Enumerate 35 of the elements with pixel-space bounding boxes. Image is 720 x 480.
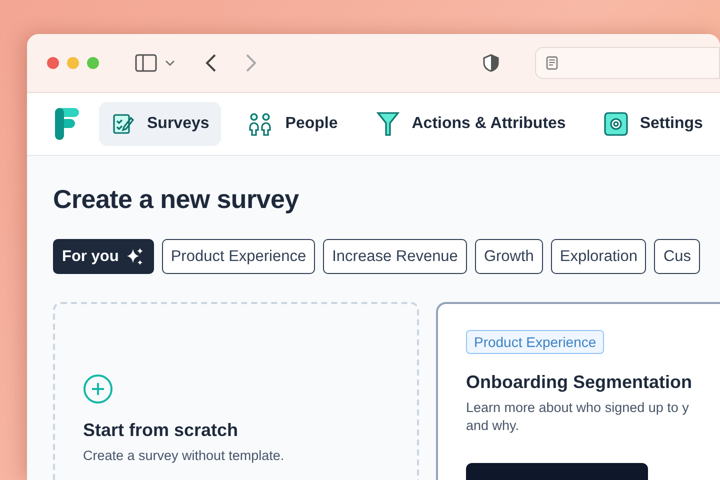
sparkle-icon — [124, 246, 145, 266]
nav-tab[interactable]: Settings — [592, 102, 715, 146]
funnel-icon — [376, 111, 400, 137]
filter-chip[interactable]: Increase Revenue — [323, 239, 467, 274]
filter-chip[interactable]: For you — [53, 239, 154, 274]
page-icon — [546, 56, 558, 70]
nav-tab[interactable]: People — [235, 102, 350, 146]
chevron-down-icon[interactable] — [165, 59, 175, 67]
zoom-button[interactable] — [87, 57, 99, 69]
card-title: Start from scratch — [83, 420, 240, 441]
minimize-button[interactable] — [67, 57, 79, 69]
nav-tab[interactable]: Surveys — [99, 102, 222, 146]
card-description: Create a survey without template. — [83, 447, 286, 465]
sidebar-icon[interactable] — [135, 54, 157, 72]
page-title: Create a new survey — [53, 184, 300, 215]
close-button[interactable] — [47, 57, 59, 69]
filter-chip[interactable]: Exploration — [550, 239, 646, 274]
filter-chip[interactable]: Growth — [474, 239, 543, 274]
back-icon[interactable] — [205, 54, 217, 72]
clipboard-pencil-icon — [111, 112, 135, 136]
category-tag: Product Experience — [466, 330, 604, 354]
template-card[interactable]: Product Experience Onboarding Segmentation Learn more about who signed up to y and why. — [436, 302, 720, 480]
card-description: Learn more about who signed up to y and why. — [466, 399, 689, 435]
shield-icon[interactable] — [483, 54, 499, 72]
settings-icon — [604, 112, 628, 136]
address-field[interactable] — [535, 47, 720, 79]
filter-chip[interactable]: Product Experience — [162, 239, 316, 274]
nav-tab[interactable]: Actions & Attributes — [364, 102, 578, 146]
plus-circle-icon — [83, 374, 113, 404]
people-icon — [247, 112, 274, 136]
logo-icon — [55, 108, 79, 140]
forward-icon[interactable] — [245, 54, 257, 72]
start-from-scratch-card[interactable]: Start from scratch Create a survey without template. — [53, 302, 419, 480]
card-title: Onboarding Segmentation — [466, 372, 692, 393]
filter-chip[interactable]: Cus — [654, 239, 700, 274]
